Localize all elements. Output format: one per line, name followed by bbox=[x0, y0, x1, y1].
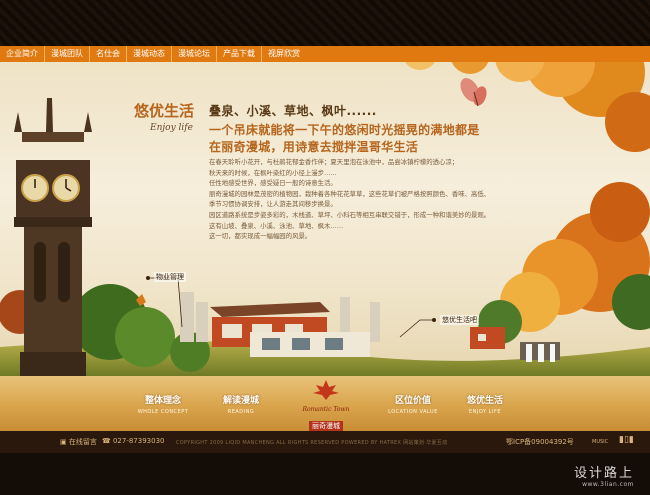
nav-item-company-intro[interactable]: 企业简介 bbox=[0, 46, 45, 62]
message-icon: ▣ bbox=[60, 438, 67, 446]
nav-item-club[interactable]: 名仕会 bbox=[90, 46, 127, 62]
menu-label-cn: 悠优生活 bbox=[466, 396, 503, 406]
callout-dot-leisure bbox=[432, 318, 436, 322]
watermark-url: www.3lian.com bbox=[582, 481, 634, 488]
menu-label-cn: 整体理念 bbox=[144, 396, 181, 406]
nav-item-news[interactable]: 漫城动态 bbox=[127, 46, 172, 62]
footer-online-message[interactable]: ▣ 在线留言 bbox=[60, 437, 97, 447]
site-watermark: 设计路上 www.3lian.com bbox=[574, 462, 634, 488]
menu-label-en: ENJOY LIFE bbox=[469, 409, 501, 415]
logo-brand-en: Romantic Town bbox=[302, 406, 350, 413]
callout-line-leisure bbox=[399, 319, 432, 338]
maple-leaf-logo-icon bbox=[313, 380, 339, 400]
top-nav: 企业简介 漫城团队 名仕会 漫城动态 漫城论坛 产品下载 视屏欣赏 bbox=[0, 46, 650, 62]
nav-item-team[interactable]: 漫城团队 bbox=[45, 46, 90, 62]
menu-whole-concept[interactable]: 整体理念 WHOLE CONCEPT bbox=[118, 393, 208, 415]
footer-copyright: COPYRIGHT 2009 LIQID MANCHENG ALL RIGHTS… bbox=[176, 440, 448, 446]
footer-online-label: 在线留言 bbox=[68, 438, 97, 446]
watermark-cn: 设计路上 bbox=[573, 466, 634, 481]
callout-property[interactable]: 物业管理 bbox=[154, 272, 186, 282]
phone-icon: ☎ bbox=[102, 437, 111, 445]
section-title: 悠优生活 bbox=[134, 102, 195, 120]
top-decorative-band bbox=[0, 0, 650, 46]
brand-logo[interactable]: Romantic Town 丽奇漫城 bbox=[300, 380, 352, 431]
footer: ▣ 在线留言 ☎ 027-87393030 COPYRIGHT 2009 LIQ… bbox=[0, 431, 650, 453]
body-line: 这有山坡、叠泉、小溪、泳池、草地、枫木…… bbox=[209, 221, 344, 230]
footer-phone: ☎ 027-87393030 bbox=[102, 437, 164, 445]
logo-brand-cn: 丽奇漫城 bbox=[309, 421, 343, 431]
menu-label-en: READING bbox=[227, 409, 255, 415]
subheadline-1: 一个吊床就能将一下午的悠闲时光摇晃的满地都是 bbox=[209, 123, 480, 137]
bottom-menu-bar: 整体理念 WHOLE CONCEPT 解读漫城 READING Romantic… bbox=[0, 376, 650, 431]
waterfall bbox=[520, 342, 560, 362]
villa-building bbox=[210, 302, 505, 357]
menu-label-en: WHOLE CONCEPT bbox=[137, 409, 189, 415]
menu-enjoy-life[interactable]: 悠优生活 ENJOY LIFE bbox=[440, 393, 530, 415]
body-line: 丽奇漫城的园林是茂密的植物园，栽种着各种花花草草，这些花草们被严格按照颜色、香味… bbox=[209, 189, 491, 198]
footer-phone-number: 027-87393030 bbox=[112, 437, 165, 445]
callout-leisure[interactable]: 悠优生活吧 bbox=[440, 315, 479, 325]
body-line: 季节习惯协调安排，让人游走其间移步换景。 bbox=[209, 200, 337, 209]
menu-label-cn: 解读漫城 bbox=[222, 396, 259, 406]
body-line: 秋天来的时候，在枫叶染红的小径上漫步…… bbox=[209, 168, 337, 177]
body-line: 园区道路系统是步姿多彩的，木栈道、草坪、小科石等相互串联交错于，形成一种和谐美妙… bbox=[209, 210, 491, 219]
callout-dot-property bbox=[146, 276, 150, 280]
menu-reading[interactable]: 解读漫城 READING bbox=[196, 393, 286, 415]
body-line: 任性地感受世界，感受疑日一般的诗意生活。 bbox=[209, 179, 337, 188]
butterfly bbox=[460, 78, 487, 107]
headline: 叠泉、小溪、草地、枫叶...... bbox=[209, 104, 377, 118]
watermark-bar: 设计路上 www.3lian.com bbox=[0, 453, 650, 495]
nav-item-video[interactable]: 视屏欣赏 bbox=[262, 46, 306, 62]
clock-tower bbox=[14, 98, 92, 376]
autumn-tree-top-right bbox=[405, 62, 650, 152]
nav-item-forum[interactable]: 漫城论坛 bbox=[172, 46, 217, 62]
body-paragraphs: 在春天聆听小花开，与杜鹃花郁金香作伴；夏天里泡在泳池中，品尝冰镇柠檬的透心凉； … bbox=[209, 157, 529, 242]
footer-icp[interactable]: 鄂ICP备09004392号 bbox=[506, 437, 574, 447]
section-subtitle-en: Enjoy life bbox=[150, 123, 193, 133]
body-line: 在春天聆听小花开，与杜鹃花郁金香作伴；夏天里泡在泳池中，品尝冰镇柠檬的透心凉； bbox=[209, 158, 459, 166]
hero-stage: 悠优生活 Enjoy life 叠泉、小溪、草地、枫叶...... 一个吊床就能… bbox=[0, 62, 650, 376]
footer-music-label: MUSIC bbox=[592, 439, 609, 445]
music-toggle-icon[interactable]: ▮▯▮ bbox=[619, 435, 634, 445]
nav-item-download[interactable]: 产品下载 bbox=[217, 46, 262, 62]
body-line: 这一切，都实现成一幅幅园的风景。 bbox=[209, 232, 312, 241]
subheadline-2: 在丽奇漫城，用诗意去搅拌温哥华生活 bbox=[209, 140, 419, 154]
